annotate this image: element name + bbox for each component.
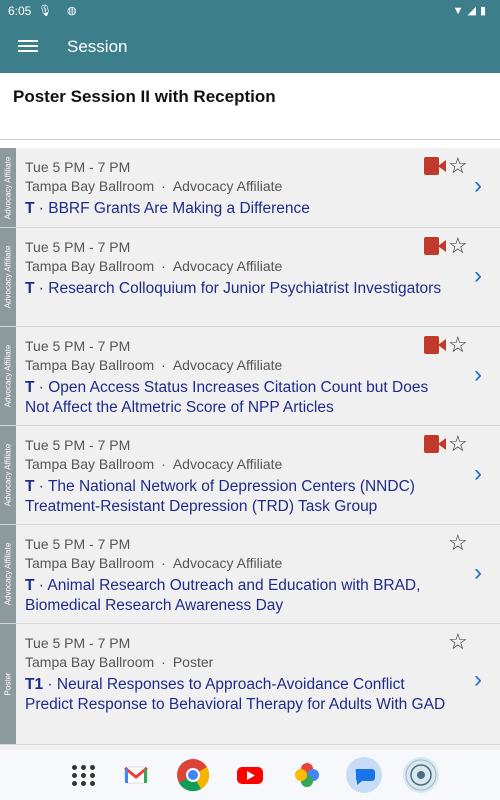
chevron-right-icon[interactable]: › — [474, 361, 482, 389]
item-title[interactable]: T · Animal Research Outreach and Educati… — [25, 576, 455, 616]
youtube-icon[interactable] — [232, 757, 268, 793]
chevron-right-icon[interactable]: › — [474, 460, 482, 488]
item-location: Tampa Bay Ballroom · Advocacy Affiliate — [25, 555, 283, 571]
item-time: Tue 5 PM - 7 PM — [25, 635, 131, 651]
session-item[interactable]: Advocacy Affiliate Tue 5 PM - 7 PM Tampa… — [0, 525, 500, 624]
session-item[interactable]: Advocacy Affiliate Tue 5 PM - 7 PM Tampa… — [0, 426, 500, 525]
track-tag: Advocacy Affiliate — [0, 148, 16, 227]
favorite-star-icon[interactable]: ☆ — [448, 431, 468, 457]
chrome-icon[interactable] — [175, 757, 211, 793]
item-time: Tue 5 PM - 7 PM — [25, 159, 131, 175]
track-tag: Advocacy Affiliate — [0, 327, 16, 425]
system-status-icons: ▼◢▮ — [452, 5, 490, 17]
session-title: Poster Session II with Reception — [13, 87, 276, 106]
session-item[interactable]: Advocacy Affiliate Tue 5 PM - 7 PM Tampa… — [0, 148, 500, 228]
item-location: Tampa Bay Ballroom · Advocacy Affiliate — [25, 258, 283, 274]
gmail-icon[interactable] — [118, 757, 154, 793]
item-time: Tue 5 PM - 7 PM — [25, 239, 131, 255]
favorite-star-icon[interactable]: ☆ — [448, 153, 468, 179]
item-title[interactable]: T · Open Access Status Increases Citatio… — [25, 378, 455, 418]
messages-icon[interactable] — [346, 757, 382, 793]
video-icon[interactable] — [424, 435, 446, 453]
track-tag: Poster — [0, 624, 16, 744]
session-item[interactable]: Advocacy Affiliate Tue 5 PM - 7 PM Tampa… — [0, 228, 500, 327]
session-header: Poster Session II with Reception — [0, 73, 500, 140]
favorite-star-icon[interactable]: ☆ — [448, 332, 468, 358]
track-tag: Advocacy Affiliate — [0, 228, 16, 326]
item-location: Tampa Bay Ballroom · Advocacy Affiliate — [25, 456, 283, 472]
app-dock — [0, 750, 500, 800]
item-time: Tue 5 PM - 7 PM — [25, 536, 131, 552]
item-location: Tampa Bay Ballroom · Advocacy Affiliate — [25, 357, 283, 373]
favorite-star-icon[interactable]: ☆ — [448, 629, 468, 655]
video-icon[interactable] — [424, 157, 446, 175]
app-bar: Session — [0, 22, 500, 73]
chevron-right-icon[interactable]: › — [474, 262, 482, 290]
status-bar: 6:05 🎙 ◍ ▼◢▮ — [0, 0, 500, 22]
favorite-star-icon[interactable]: ☆ — [448, 530, 468, 556]
menu-icon[interactable] — [18, 37, 38, 57]
session-item[interactable]: Poster Tue 5 PM - 7 PM Tampa Bay Ballroo… — [0, 624, 500, 745]
track-tag: Advocacy Affiliate — [0, 426, 16, 524]
photos-icon[interactable] — [289, 757, 325, 793]
item-location: Tampa Bay Ballroom · Poster — [25, 654, 214, 670]
item-time: Tue 5 PM - 7 PM — [25, 437, 131, 453]
video-icon[interactable] — [424, 237, 446, 255]
track-tag: Advocacy Affiliate — [0, 525, 16, 623]
session-item-list[interactable]: Advocacy Affiliate Tue 5 PM - 7 PM Tampa… — [0, 148, 500, 750]
item-title[interactable]: T · The National Network of Depression C… — [25, 477, 455, 517]
app-drawer-icon[interactable] — [66, 757, 102, 793]
item-title[interactable]: T · Research Colloquium for Junior Psych… — [25, 279, 455, 299]
app-title: Session — [67, 37, 128, 56]
chevron-right-icon[interactable]: › — [474, 172, 482, 200]
item-location: Tampa Bay Ballroom · Advocacy Affiliate — [25, 178, 283, 194]
chevron-right-icon[interactable]: › — [474, 559, 482, 587]
conference-app-icon[interactable] — [403, 757, 439, 793]
item-title[interactable]: T1 · Neural Responses to Approach-Avoida… — [25, 675, 455, 715]
chevron-right-icon[interactable]: › — [474, 666, 482, 694]
item-time: Tue 5 PM - 7 PM — [25, 338, 131, 354]
session-item[interactable]: Advocacy Affiliate Tue 5 PM - 7 PM Tampa… — [0, 327, 500, 426]
notification-icons: 🎙 ◍ — [38, 5, 83, 17]
status-time: 6:05 — [8, 4, 32, 18]
favorite-star-icon[interactable]: ☆ — [448, 233, 468, 259]
item-title[interactable]: T · BBRF Grants Are Making a Difference — [25, 199, 455, 219]
video-icon[interactable] — [424, 336, 446, 354]
